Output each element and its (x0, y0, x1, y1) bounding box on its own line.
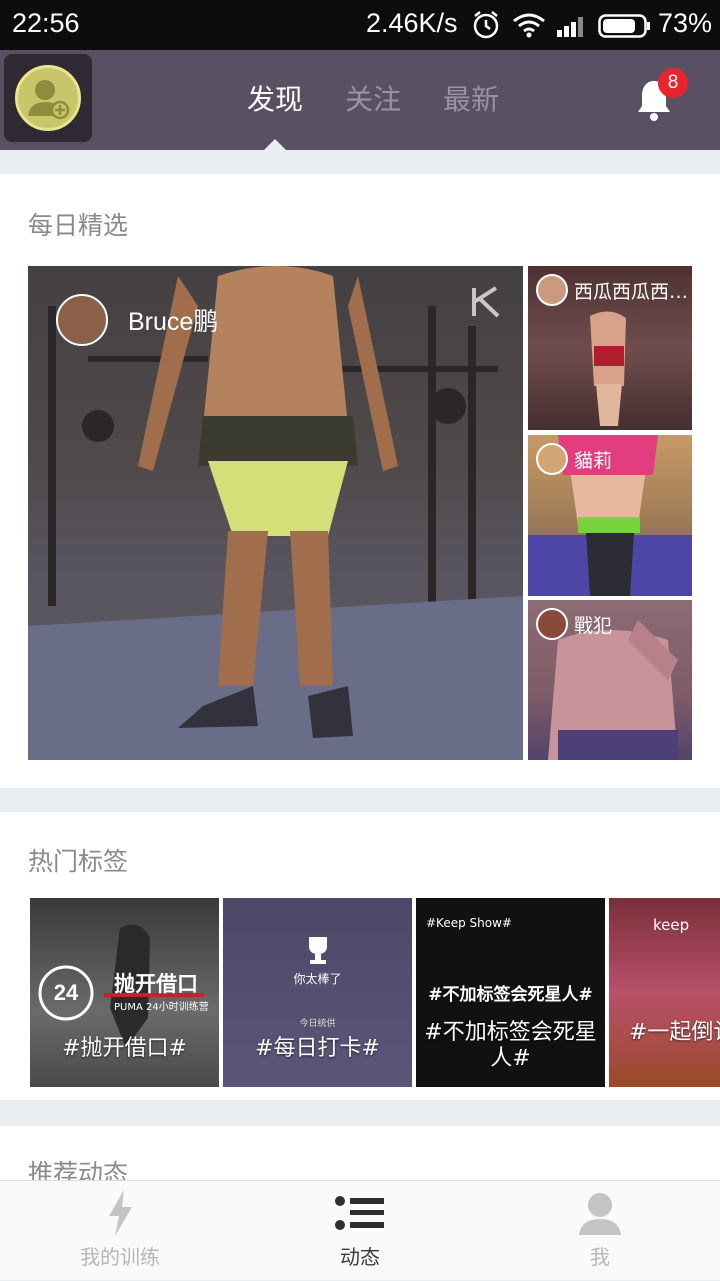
status-bar: 22:56 2.46K/s 73% (0, 0, 720, 50)
tag-poster-heading: 抛开借口 (114, 972, 198, 996)
tag-card-3[interactable]: #Keep Show# #不加标签会死星人# #不加标签会死星人# (416, 898, 605, 1087)
keep-logo-icon (472, 286, 500, 318)
nav-me[interactable]: 我 (480, 1181, 720, 1281)
recommended-feed-card: 推荐动态 (0, 1126, 720, 1188)
avatar (15, 65, 81, 131)
status-time: 22:56 (12, 8, 80, 38)
tag-label-3: #不加标签会死星人# (424, 1020, 597, 1071)
section-title-daily: 每日精选 (28, 211, 129, 240)
tag-poster-sub: #Keep Show# (426, 916, 512, 930)
tag-badge-24-icon: 24 (53, 980, 79, 1005)
wifi-icon (513, 13, 545, 38)
avatar (536, 443, 568, 475)
avatar (536, 274, 568, 306)
add-user-icon (28, 80, 70, 120)
tab-following[interactable]: 关注 (324, 50, 422, 150)
avatar (536, 608, 568, 640)
nav-label-feed: 动态 (340, 1245, 380, 1269)
keep-logo-text: keep (653, 916, 690, 934)
nav-my-training[interactable]: 我的训练 (0, 1181, 240, 1281)
tag-label-4: #一起倒计时长# (629, 1020, 720, 1045)
tab-latest[interactable]: 最新 (422, 50, 520, 150)
nav-label-me: 我 (590, 1245, 610, 1269)
daily-side-username-3: 戰犯 (574, 614, 613, 637)
tag-card-4[interactable]: keep #一起倒计时长# (609, 898, 720, 1087)
header-tabs: 发现 关注 最新 (226, 50, 520, 150)
daily-side-username-1: 西瓜西瓜西… (574, 280, 689, 303)
daily-main-user[interactable]: Bruce鹏 (56, 294, 218, 346)
nav-label-training: 我的训练 (80, 1245, 160, 1269)
network-speed: 2.46K/s (366, 8, 458, 38)
daily-side-photo-3[interactable]: 戰犯 (528, 600, 692, 760)
daily-side-user-3[interactable]: 戰犯 (536, 608, 612, 640)
lightning-icon (109, 1190, 132, 1236)
battery-icon (598, 14, 650, 38)
notification-badge: 8 (658, 68, 688, 98)
trophy-icon (309, 937, 327, 964)
daily-side-photo-2[interactable]: 貓莉 (528, 435, 692, 596)
tag-label-1: #抛开借口# (62, 1036, 187, 1061)
tag-label-2: #每日打卡# (255, 1036, 380, 1061)
battery-percent: 73% (658, 8, 713, 38)
top-header: 发现 关注 最新 8 (0, 50, 720, 150)
signal-icon (557, 17, 583, 37)
daily-main-photo[interactable]: Bruce鹏 (28, 266, 523, 760)
tag-card-1[interactable]: 24 抛开借口 PUMA 24小时训练营 #抛开借口# (30, 898, 219, 1087)
add-friend-button[interactable] (4, 54, 92, 142)
tag-poster-sub: PUMA 24小时训练营 (114, 1002, 209, 1013)
tag-card-2[interactable]: 你太棒了 今日统供 #每日打卡# (223, 898, 412, 1087)
bottom-nav: 我的训练 动态 我 (0, 1180, 720, 1280)
daily-side-user-1[interactable]: 西瓜西瓜西… (536, 274, 688, 306)
daily-side-user-2[interactable]: 貓莉 (536, 443, 612, 475)
feed-list-icon (335, 1196, 384, 1230)
avatar (56, 294, 108, 346)
tab-discover[interactable]: 发现 (226, 50, 324, 150)
section-title-tags: 热门标签 (28, 847, 129, 876)
daily-side-username-2: 貓莉 (574, 449, 613, 472)
daily-side-photo-1[interactable]: 西瓜西瓜西… (528, 266, 692, 430)
tag-poster-sub: 今日统供 (299, 1019, 336, 1029)
daily-main-username: Bruce鹏 (128, 308, 219, 336)
tag-poster-heading: 你太棒了 (293, 972, 342, 986)
tag-poster-heading: #不加标签会死星人# (428, 985, 593, 1005)
user-profile-icon (579, 1193, 621, 1235)
alarm-icon (473, 11, 499, 39)
nav-feed[interactable]: 动态 (240, 1181, 480, 1281)
